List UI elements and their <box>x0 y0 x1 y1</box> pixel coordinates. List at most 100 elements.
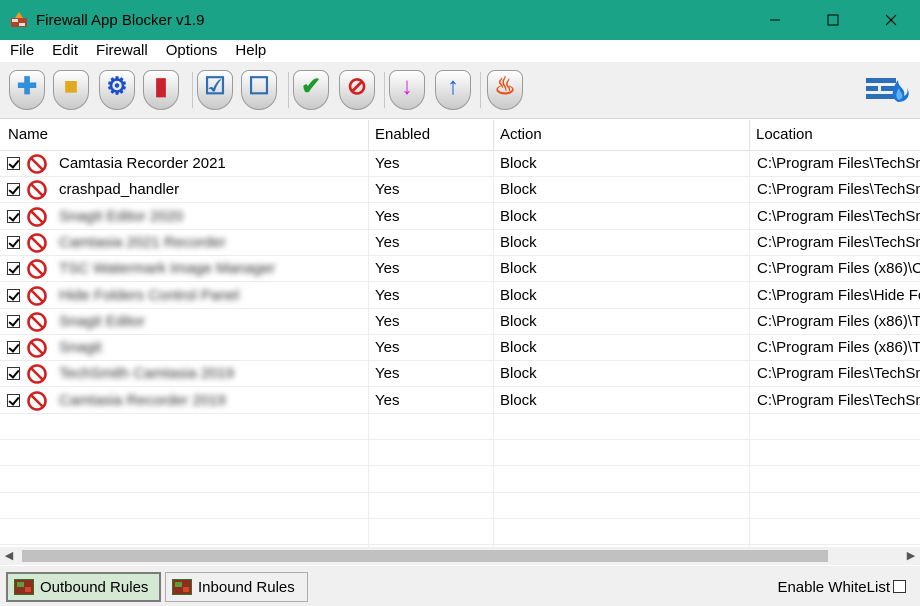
block-icon <box>27 285 47 306</box>
table-row[interactable]: Snagit Editor Yes Block C:\Program Files (x… <box>0 309 920 335</box>
firewall-burn-button[interactable]: ♨ <box>486 68 524 112</box>
check-all-button[interactable]: ☑ <box>196 68 234 112</box>
block-icon <box>27 311 47 332</box>
close-button[interactable] <box>862 0 920 40</box>
scroll-right-icon[interactable]: ▶ <box>902 547 920 565</box>
rule-location: C:\Program Files\TechSmith\Camtasia 2021… <box>757 155 920 172</box>
rule-action: Block <box>500 391 537 409</box>
allow-check-icon: ✔ <box>300 73 322 100</box>
table-row[interactable]: TSC Watermark Image Manager Yes Block C:\Pr… <box>0 256 920 283</box>
table-row[interactable]: crashpad_handler Yes Block C:\Program Files… <box>0 177 920 204</box>
table-row[interactable]: Hide Folders Control Panel Yes Block C:\Pro… <box>0 283 920 309</box>
minimize-icon <box>770 19 780 21</box>
block-icon <box>27 259 47 279</box>
rule-location: C:\Program Files\Hide Folders\HideFolder… <box>757 286 920 304</box>
rule-name: SnagIt Editor 2020 <box>59 207 184 225</box>
column-header-enabled[interactable]: Enabled <box>375 120 430 150</box>
table-row[interactable]: Camtasia 2021 Recorder Yes Block C:\Program… <box>0 230 920 256</box>
rule-enabled: Yes <box>375 155 400 172</box>
table-row[interactable]: Camtasia Recorder 2019 Yes Block C:\Program… <box>0 388 920 414</box>
block-icon <box>27 338 47 358</box>
toolbar-separator <box>192 72 193 108</box>
whitelist-checkbox[interactable] <box>893 580 906 593</box>
rule-checkbox[interactable] <box>7 341 20 355</box>
maximize-icon <box>827 14 839 26</box>
menu-options[interactable]: Options <box>157 40 227 62</box>
firewall-burn-icon: ♨ <box>494 73 516 100</box>
column-header-name[interactable]: Name <box>8 120 48 150</box>
empty-row <box>0 440 920 467</box>
rule-enabled: Yes <box>375 312 400 330</box>
brick-wall-icon <box>172 579 192 595</box>
rule-action: Block <box>500 286 537 304</box>
rule-enabled: Yes <box>375 339 400 357</box>
rule-location: C:\Program Files\TechSmith\Snagit 2020\S… <box>757 207 920 225</box>
maximize-button[interactable] <box>804 0 862 40</box>
rule-location: C:\Program Files (x86)\TechSmith\Snagit\… <box>757 312 920 330</box>
horizontal-scrollbar[interactable]: ◀ ▶ <box>0 547 920 565</box>
allow-check-button[interactable]: ✔ <box>292 68 330 112</box>
scrollbar-thumb[interactable] <box>22 550 828 562</box>
rule-location: C:\Program Files\TechSmith\Camtasia 2019… <box>757 391 920 409</box>
settings-gears-button[interactable]: ⚙ <box>98 68 136 112</box>
rule-action: Block <box>500 207 537 225</box>
menu-firewall[interactable]: Firewall <box>87 40 157 62</box>
rule-checkbox[interactable] <box>7 367 20 381</box>
add-app-button[interactable]: ✚ <box>8 68 46 112</box>
rule-location: C:\Program Files\TechSmith\Camtasia 2021… <box>757 181 920 199</box>
move-down-arrow-button[interactable]: ↓ <box>388 68 426 112</box>
rule-enabled: Yes <box>375 365 400 383</box>
add-app-icon: ✚ <box>16 73 38 100</box>
empty-row <box>0 519 920 546</box>
rule-checkbox[interactable] <box>7 314 20 328</box>
rule-name: TSC Watermark Image Manager <box>59 260 276 278</box>
minimize-button[interactable] <box>746 0 804 40</box>
rule-checkbox[interactable] <box>7 183 20 197</box>
table-row[interactable]: Snagit Yes Block C:\Program Files (x86)\Tec… <box>0 335 920 362</box>
rule-checkbox[interactable] <box>7 157 20 170</box>
scroll-left-icon[interactable]: ◀ <box>0 547 18 565</box>
table-row[interactable]: Camtasia Recorder 2021 Yes Block C:\Program… <box>0 151 920 177</box>
move-up-arrow-button[interactable]: ↑ <box>434 68 472 112</box>
firewall-status-icon[interactable] <box>864 72 912 116</box>
rule-checkbox[interactable] <box>7 209 20 223</box>
delete-trash-button[interactable]: ▮ <box>142 68 180 112</box>
block-icon: ⊘ <box>346 73 368 100</box>
toolbar: ✚ ■ ⚙ ▮ ☑ ☐ ✔ ⊘ ↓ ↑ ♨ <box>0 62 920 119</box>
empty-row <box>0 467 920 493</box>
block-button[interactable]: ⊘ <box>338 68 376 112</box>
rule-checkbox[interactable] <box>7 393 20 407</box>
title-bar: Firewall App Blocker v1.9 <box>0 0 920 40</box>
table-row[interactable]: TechSmith Camtasia 2019 Yes Block C:\Progra… <box>0 361 920 388</box>
window-title: Firewall App Blocker v1.9 <box>36 11 205 29</box>
rule-checkbox[interactable] <box>7 262 20 276</box>
menu-help[interactable]: Help <box>226 40 275 62</box>
menu-file[interactable]: File <box>0 40 43 62</box>
add-folder-button[interactable]: ■ <box>52 68 90 112</box>
rule-checkbox[interactable] <box>7 235 20 249</box>
rule-enabled: Yes <box>375 286 400 304</box>
rule-enabled: Yes <box>375 233 400 251</box>
rule-checkbox[interactable] <box>7 288 20 302</box>
menu-edit[interactable]: Edit <box>43 40 87 62</box>
add-folder-icon: ■ <box>63 73 79 100</box>
rule-action: Block <box>500 181 537 199</box>
tab-outbound-rules[interactable]: Outbound Rules <box>6 572 161 602</box>
uncheck-all-icon: ☐ <box>248 73 270 100</box>
tab-inbound-rules[interactable]: Inbound Rules <box>165 572 308 602</box>
column-header-location[interactable]: Location <box>756 120 813 150</box>
rule-name: Camtasia Recorder 2021 <box>59 155 226 172</box>
rule-action: Block <box>500 233 537 251</box>
empty-row <box>0 493 920 519</box>
settings-gears-icon: ⚙ <box>106 73 128 100</box>
uncheck-all-button[interactable]: ☐ <box>240 68 278 112</box>
rule-name: Camtasia Recorder 2019 <box>59 391 226 409</box>
column-header-action[interactable]: Action <box>500 120 542 150</box>
list-header: Name Enabled Action Location <box>0 120 920 151</box>
rule-name: Hide Folders Control Panel <box>59 286 240 304</box>
rule-action: Block <box>500 155 537 172</box>
whitelist-label: Enable WhiteList <box>777 579 890 596</box>
tab-inbound-label: Inbound Rules <box>198 578 295 596</box>
rule-location: C:\Program Files\TechSmith\Camtasia 2019… <box>757 365 920 383</box>
table-row[interactable]: SnagIt Editor 2020 Yes Block C:\Program Fil… <box>0 204 920 230</box>
